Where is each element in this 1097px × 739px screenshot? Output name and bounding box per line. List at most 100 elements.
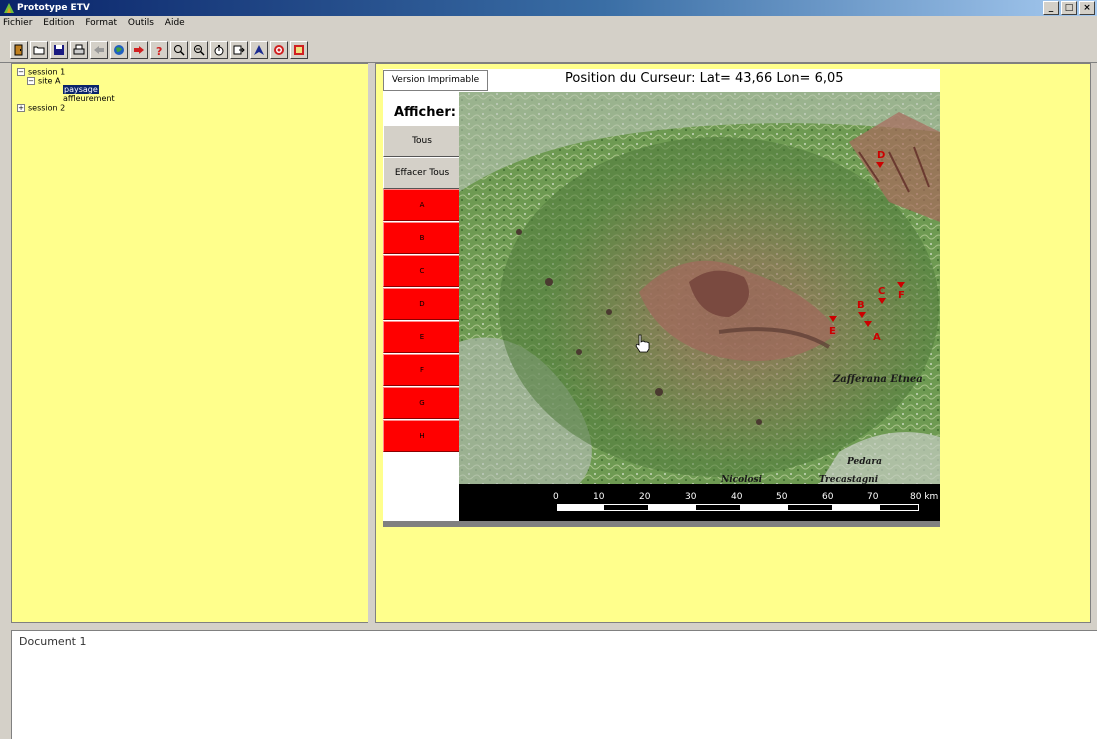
menu-bar: Fichier Edition Format Outils Aide — [0, 16, 1097, 30]
document-title: Document 1 — [19, 635, 87, 648]
map-icon — [294, 45, 304, 55]
tree-node-paysage[interactable]: paysage — [63, 85, 99, 94]
toolbar: ? — [0, 30, 1097, 63]
help-icon: ? — [156, 45, 162, 56]
timer-icon — [214, 45, 224, 56]
print-version-button[interactable]: Version Imprimable — [383, 70, 488, 91]
svg-text:F: F — [898, 290, 905, 301]
scale-segment — [695, 504, 741, 511]
tree-label-selected: paysage — [63, 85, 99, 94]
tree-label: site A — [38, 76, 61, 86]
svg-text:?: ? — [156, 45, 162, 56]
tree-label: session 1 — [28, 67, 66, 77]
scale-segment — [833, 504, 879, 511]
document-panel[interactable]: Document 1 — [11, 630, 1097, 739]
clear-all-button[interactable]: Effacer Tous — [383, 157, 461, 189]
collapse-icon[interactable]: − — [17, 68, 25, 76]
scale-segment — [787, 504, 833, 511]
svg-text:C: C — [878, 286, 885, 297]
terrain-map-image: D F C B E A Zafferana Etnea Pedara Nicol… — [459, 92, 940, 484]
app-icon — [4, 3, 14, 13]
globe-button[interactable] — [110, 41, 128, 59]
menu-fichier[interactable]: Fichier — [3, 16, 32, 30]
maximize-button[interactable]: □ — [1061, 1, 1077, 15]
back-arrow-icon — [94, 46, 104, 54]
map-footer-strip — [383, 521, 940, 527]
back-button[interactable] — [90, 41, 108, 59]
vertical-scrollbar[interactable] — [1090, 63, 1097, 623]
site-d-button[interactable]: D — [383, 288, 461, 320]
scale-segment — [603, 504, 649, 511]
panel-splitter[interactable] — [368, 63, 374, 623]
scale-label: 50 — [776, 492, 788, 502]
help-button[interactable]: ? — [150, 41, 168, 59]
tree-label: affleurement — [63, 94, 115, 103]
menu-format[interactable]: Format — [85, 16, 117, 30]
exit-button[interactable] — [10, 41, 28, 59]
menu-aide[interactable]: Aide — [165, 16, 185, 30]
map-scale-bar: 0 10 20 30 40 50 60 70 80 km — [459, 484, 940, 521]
collapse-icon[interactable]: − — [27, 77, 35, 85]
map-button[interactable] — [290, 41, 308, 59]
cursor-position-readout: Position du Curseur: Lat= 43,66 Lon= 6,0… — [565, 71, 844, 86]
terrain-map[interactable]: D F C B E A Zafferana Etnea Pedara Nicol… — [459, 92, 940, 484]
save-button[interactable] — [50, 41, 68, 59]
north-button[interactable] — [250, 41, 268, 59]
zoom-out-button[interactable] — [190, 41, 208, 59]
scale-segment — [741, 504, 787, 511]
timer-button[interactable] — [210, 41, 228, 59]
open-button[interactable] — [30, 41, 48, 59]
scale-label: 80 km — [910, 492, 939, 502]
print-button[interactable] — [70, 41, 88, 59]
site-a-button[interactable]: A — [383, 189, 461, 221]
place-label: Pedara — [846, 457, 882, 467]
expand-icon[interactable]: + — [17, 104, 25, 112]
forward-button[interactable] — [130, 41, 148, 59]
site-h-button[interactable]: H — [383, 420, 461, 452]
svg-text:B: B — [857, 300, 865, 311]
place-label: Zafferana Etnea — [832, 374, 923, 385]
tree-label: session 2 — [28, 103, 66, 113]
tree-node-session-2[interactable]: + session 2 — [17, 104, 65, 113]
menu-edition[interactable]: Edition — [43, 16, 74, 30]
title-bar: Prototype ETV _ □ × — [0, 0, 1097, 16]
scale-label: 70 — [867, 492, 879, 502]
zoom-in-button[interactable] — [170, 41, 188, 59]
window-title: Prototype ETV — [17, 3, 90, 13]
scale-label: 40 — [731, 492, 743, 502]
svg-text:E: E — [829, 326, 836, 337]
tree-node-affleurement[interactable]: affleurement — [63, 95, 115, 103]
target-button[interactable] — [270, 41, 288, 59]
north-arrow-icon — [254, 45, 264, 55]
tree-node-session-1[interactable]: − session 1 — [17, 68, 65, 77]
scale-segment — [879, 504, 919, 511]
globe-icon — [114, 45, 124, 55]
scale-label: 30 — [685, 492, 697, 502]
site-e-button[interactable]: E — [383, 321, 461, 353]
target-icon — [274, 45, 284, 55]
site-c-button[interactable]: C — [383, 255, 461, 287]
scale-segment — [557, 504, 603, 511]
export-icon — [233, 45, 245, 55]
site-g-button[interactable]: G — [383, 387, 461, 419]
zoom-out-icon — [194, 45, 205, 56]
save-icon — [54, 45, 64, 55]
scale-label: 20 — [639, 492, 651, 502]
scale-label: 0 — [553, 492, 559, 502]
show-all-button[interactable]: Tous — [383, 125, 461, 157]
forward-arrow-icon — [134, 46, 144, 54]
site-b-button[interactable]: B — [383, 222, 461, 254]
minimize-button[interactable]: _ — [1043, 1, 1059, 15]
zoom-in-icon — [174, 45, 185, 56]
tree-panel: − session 1 − site A paysage affleurement … — [11, 63, 369, 623]
open-folder-icon — [33, 46, 45, 55]
close-button[interactable]: × — [1079, 1, 1095, 15]
place-label: Nicolosi — [720, 475, 763, 484]
tree-node-site-a[interactable]: − site A — [27, 77, 60, 86]
svg-text:A: A — [873, 332, 881, 343]
exit-icon — [14, 44, 23, 56]
export-button[interactable] — [230, 41, 248, 59]
map-viewer: Version Imprimable Position du Curseur: … — [383, 69, 940, 527]
menu-outils[interactable]: Outils — [128, 16, 154, 30]
site-f-button[interactable]: F — [383, 354, 461, 386]
